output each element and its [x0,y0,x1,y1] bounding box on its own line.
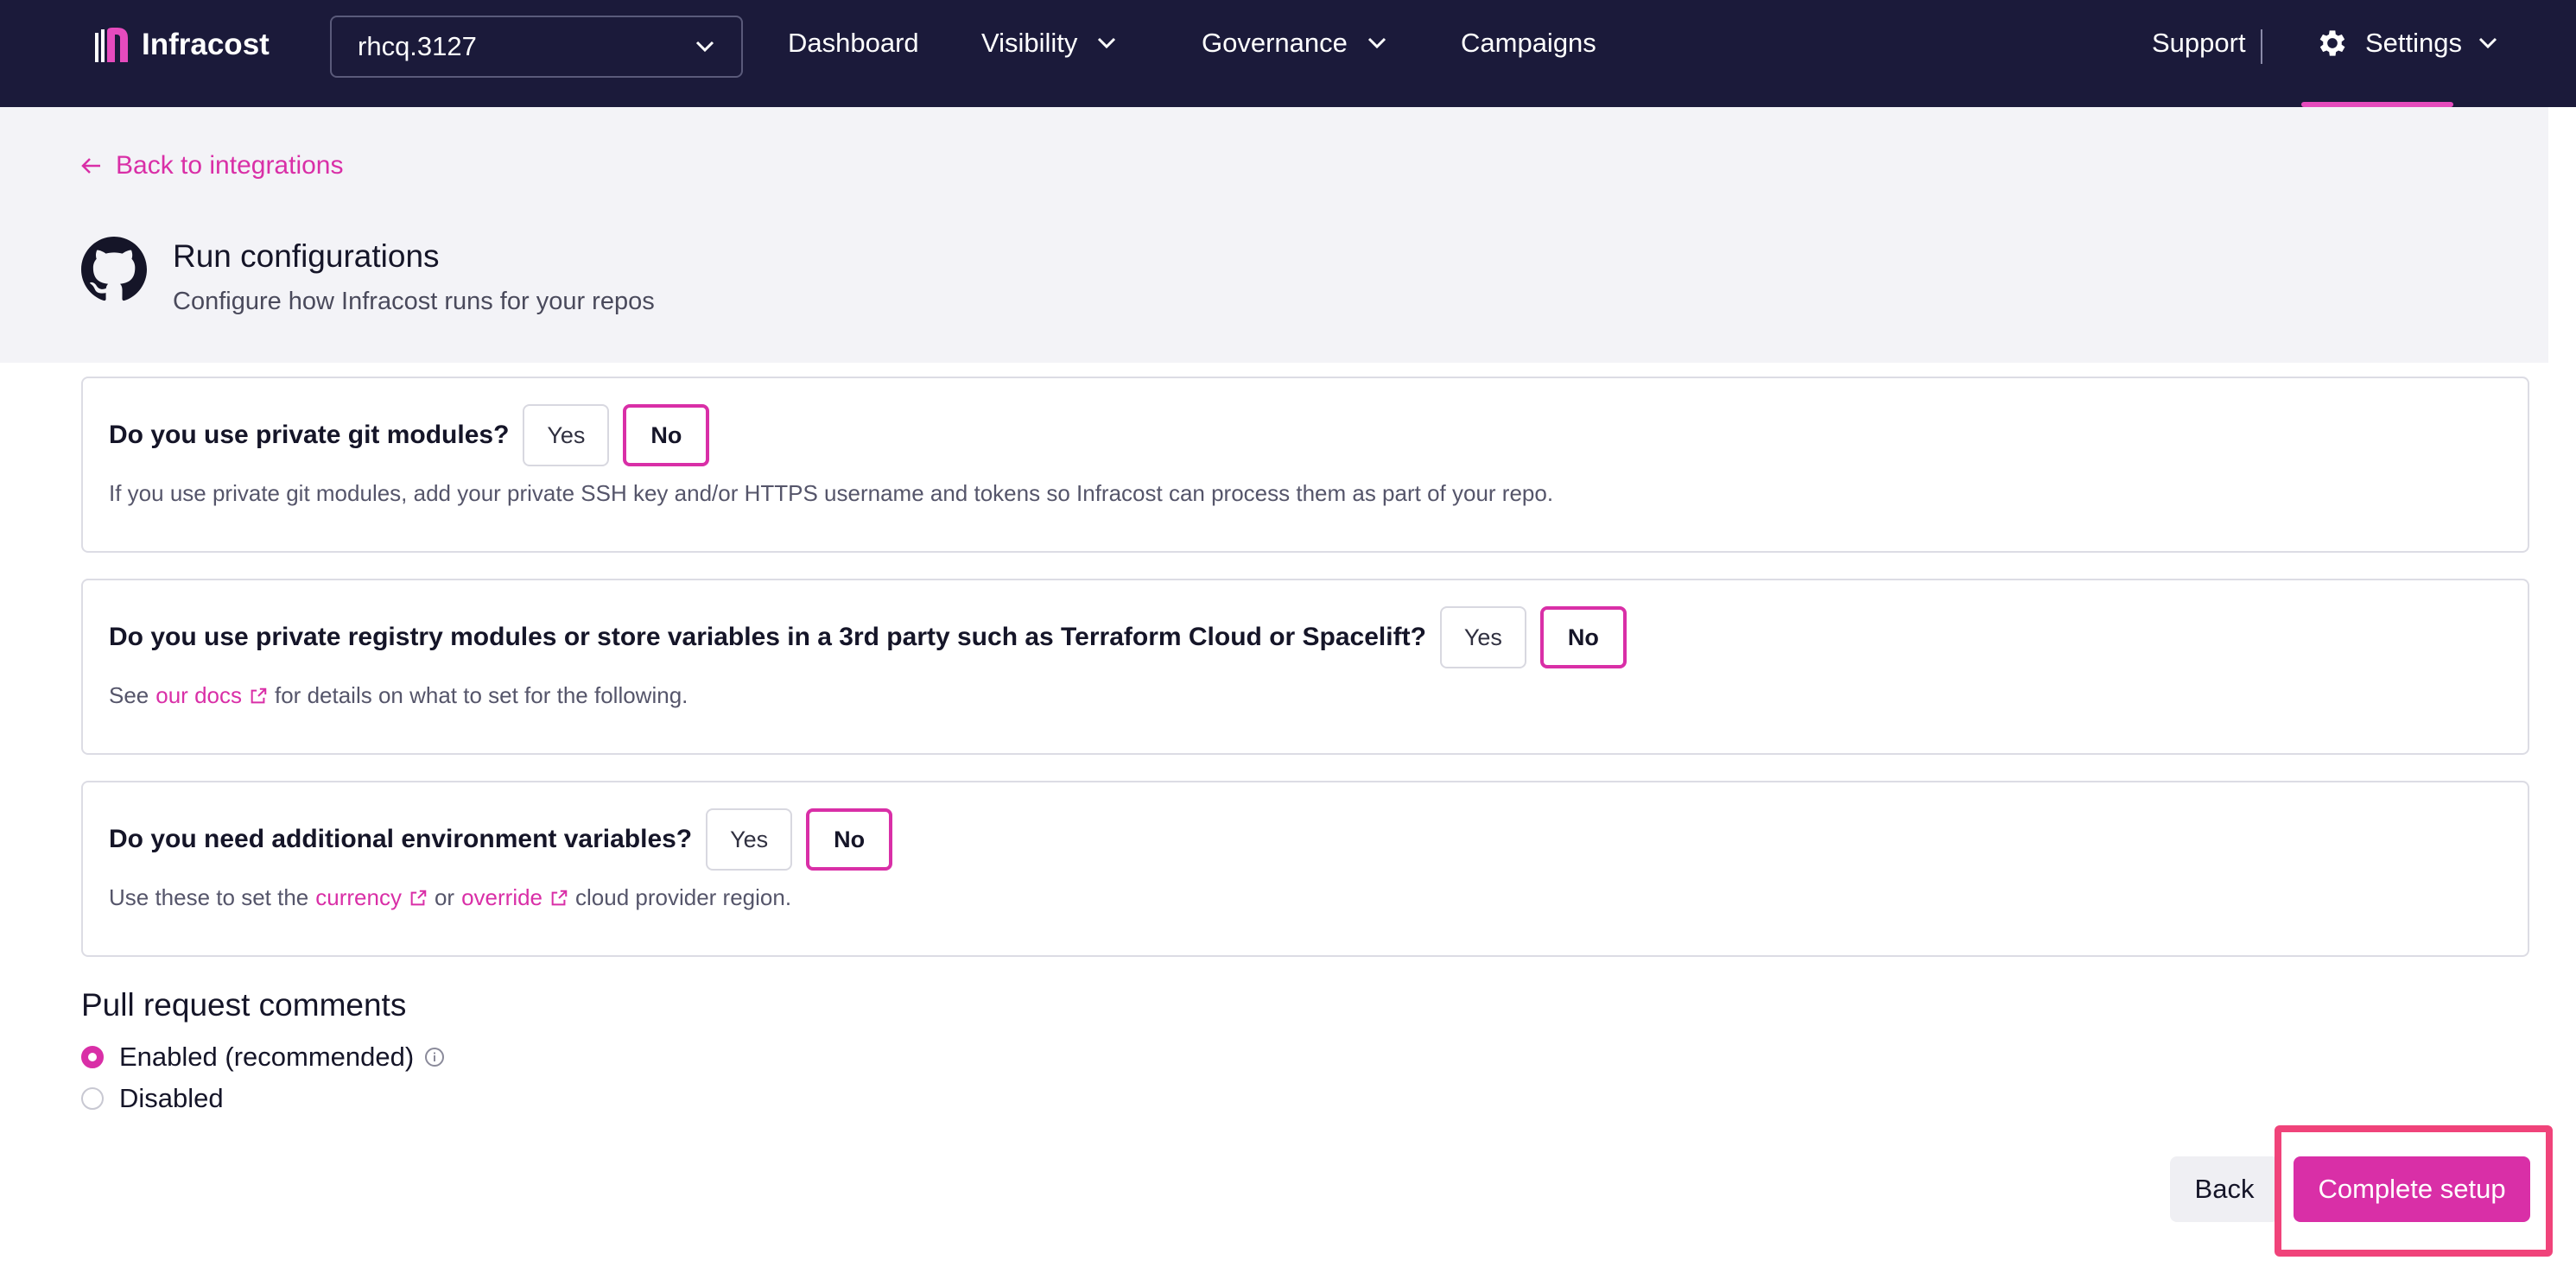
help-text: See our docs for details on what to set … [109,682,688,709]
infracost-logo[interactable]: Infracost [93,26,270,64]
nav-settings-label: Settings [2365,28,2463,58]
override-link[interactable]: override [461,884,568,911]
nav-dashboard-label: Dashboard [788,28,919,58]
github-icon [81,237,147,301]
env-variables-card: Do you need additional environment varia… [81,781,2529,957]
help-suffix: cloud provider region. [575,884,792,910]
nav-dashboard[interactable]: Dashboard [788,28,919,59]
info-icon[interactable] [424,1047,445,1067]
org-selector-value: rhcq.3127 [358,31,477,61]
help-text: If you use private git modules, add your… [109,480,1553,507]
help-mid: or [434,884,455,910]
nav-divider [2261,29,2262,64]
radio-button-selected[interactable] [81,1046,104,1068]
nav-governance-label: Governance [1202,28,1348,58]
question-row: Do you need additional environment varia… [109,808,893,871]
radio-button[interactable] [81,1087,104,1110]
help-suffix: for details on what to set for the follo… [275,682,688,708]
page-header [0,107,2548,363]
org-selector[interactable]: rhcq.3127 [330,16,743,78]
nav-governance[interactable]: Governance [1202,28,1387,59]
yes-button[interactable]: Yes [706,808,793,871]
nav-campaigns[interactable]: Campaigns [1461,28,1596,59]
help-text-content: If you use private git modules, add your… [109,480,1554,506]
gear-icon [2319,30,2345,56]
radio-disabled-label: Disabled [119,1083,224,1113]
nav-visibility-label: Visibility [981,28,1078,58]
question-text: Do you use private git modules? [109,421,510,449]
question-text: Do you use private registry modules or s… [109,623,1426,651]
top-nav: Infracost rhcq.3127 Dashboard Visibility… [0,0,2576,107]
yes-button[interactable]: Yes [523,404,610,466]
private-registry-card: Do you use private registry modules or s… [81,579,2529,755]
infracost-logo-icon [95,28,128,62]
help-text: Use these to set the currency or overrid… [109,884,791,911]
chevron-down-icon [1367,37,1386,49]
nav-support-label: Support [2152,28,2246,58]
back-button[interactable]: Back [2170,1156,2279,1222]
override-link-label: override [461,884,543,910]
private-git-modules-card: Do you use private git modules? Yes No I… [81,377,2529,553]
radio-enabled[interactable]: Enabled (recommended) [81,1042,445,1073]
chevron-down-icon [1098,37,1116,49]
pr-comments-title: Pull request comments [81,987,407,1023]
highlight-box [2275,1125,2553,1257]
logo-text: Infracost [142,28,270,61]
help-prefix: See [109,682,149,708]
our-docs-link-label: our docs [155,682,242,708]
radio-enabled-label: Enabled (recommended) [119,1042,415,1072]
radio-disabled[interactable]: Disabled [81,1083,224,1114]
question-row: Do you use private registry modules or s… [109,606,1627,668]
currency-link[interactable]: currency [315,884,428,911]
question-text: Do you need additional environment varia… [109,825,693,853]
nav-settings[interactable]: Settings [2315,26,2498,60]
no-button[interactable]: No [806,808,893,871]
nav-campaigns-label: Campaigns [1461,28,1596,58]
chevron-down-icon [695,41,714,53]
nav-support[interactable]: Support [2152,28,2246,59]
help-prefix: Use these to set the [109,884,309,910]
arrow-left-icon [81,158,100,174]
nav-visibility[interactable]: Visibility [981,28,1117,59]
external-link-icon [251,687,267,703]
chevron-down-icon [2478,37,2497,49]
our-docs-link[interactable]: our docs [155,682,268,709]
currency-link-label: currency [315,884,402,910]
external-link-icon [410,890,427,905]
no-button[interactable]: No [1539,606,1627,668]
no-button[interactable]: No [623,404,710,466]
back-to-integrations-label: Back to integrations [116,151,344,180]
external-link-icon [551,890,568,905]
back-to-integrations-link[interactable]: Back to integrations [81,151,343,180]
yes-button[interactable]: Yes [1439,606,1526,668]
page-title: Run configurations [173,238,440,274]
page-subtitle: Configure how Infracost runs for your re… [173,288,655,315]
question-row: Do you use private git modules? Yes No [109,404,710,466]
